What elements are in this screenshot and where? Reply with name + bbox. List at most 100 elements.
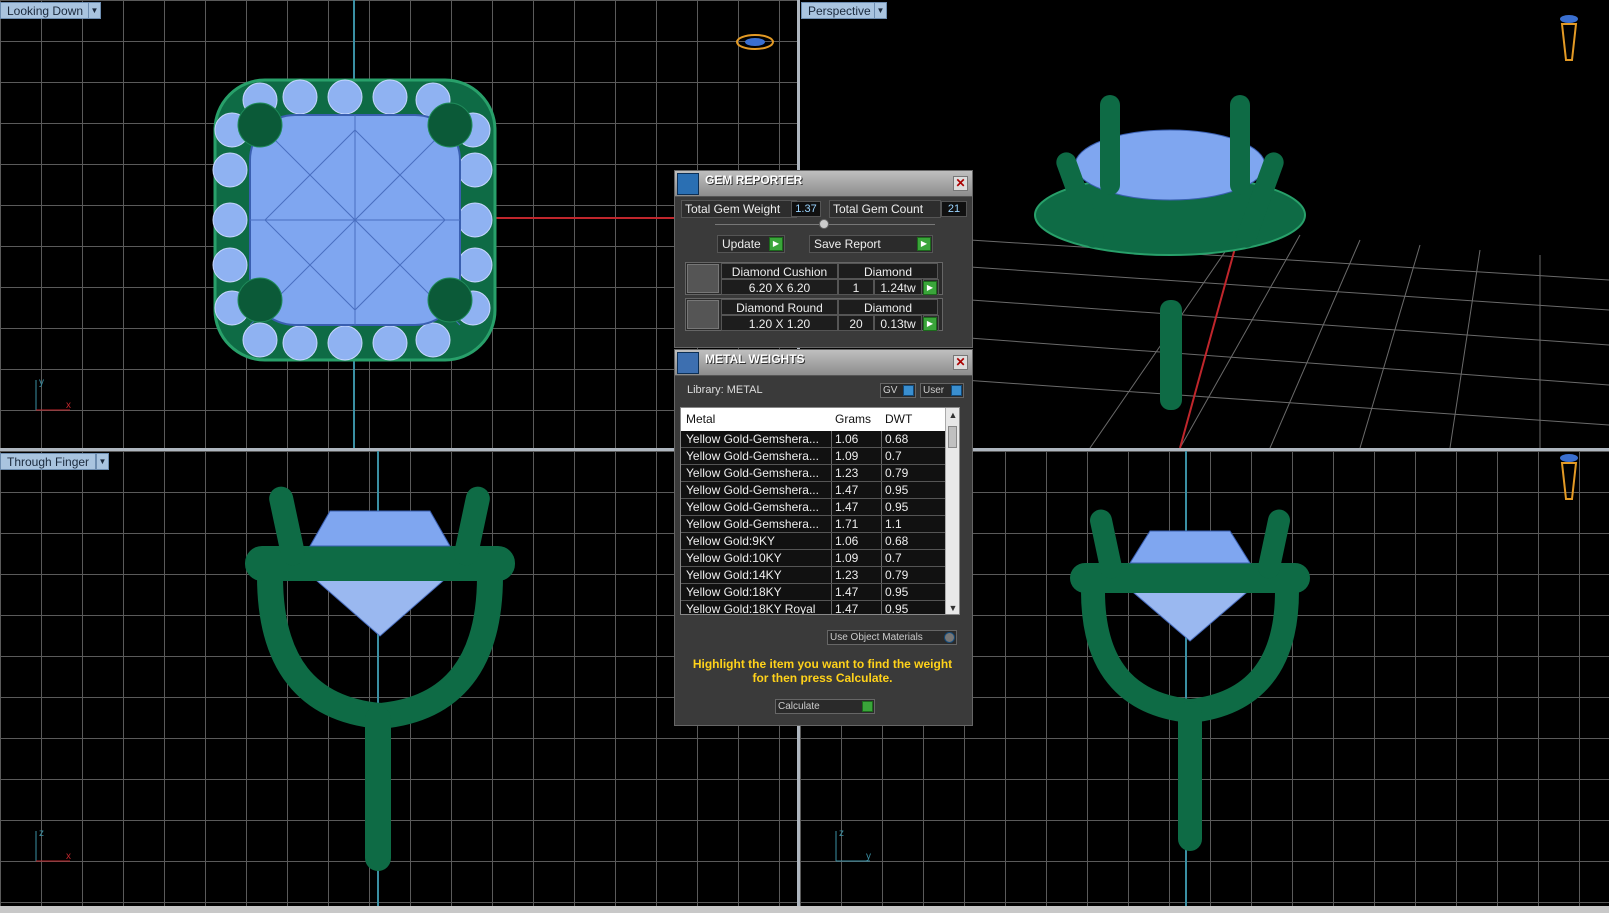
- user-toggle-label: User: [923, 385, 945, 396]
- table-row[interactable]: Yellow Gold:14KY 1.23 0.79: [681, 567, 946, 584]
- info-icon: [951, 385, 962, 396]
- table-row[interactable]: Yellow Gold:18KY 1.47 0.95: [681, 584, 946, 601]
- chevron-down-icon[interactable]: ▼: [874, 2, 887, 19]
- gv-toggle[interactable]: GV: [880, 383, 916, 398]
- viewport-label-through-finger[interactable]: Through Finger: [0, 453, 97, 470]
- scroll-down-icon[interactable]: ▼: [946, 601, 959, 614]
- metal-weights-titlebar[interactable]: METAL WEIGHTS ✕: [675, 350, 972, 376]
- slider-handle[interactable]: [819, 219, 829, 229]
- table-row[interactable]: Yellow Gold-Gemshera... 1.47 0.95: [681, 482, 946, 499]
- chevron-down-icon[interactable]: ▼: [96, 453, 109, 470]
- axis-triad-icon: z y: [835, 828, 871, 862]
- column-divider: [881, 482, 882, 498]
- table-row[interactable]: Yellow Gold-Gemshera... 1.23 0.79: [681, 465, 946, 482]
- column-header-dwt[interactable]: DWT: [885, 412, 912, 426]
- update-button[interactable]: Update ▶: [717, 235, 785, 253]
- gem-select-button[interactable]: ▶: [923, 315, 939, 331]
- scroll-thumb[interactable]: [948, 426, 957, 448]
- column-divider: [881, 516, 882, 532]
- play-icon: ▶: [923, 317, 937, 331]
- column-divider: [831, 584, 832, 600]
- gem-list-item[interactable]: Diamond Round Diamond 1.20 X 1.20 20 0.1…: [685, 298, 943, 331]
- metal-grams: 1.23: [835, 466, 859, 480]
- use-object-materials-label: Use Object Materials: [830, 632, 923, 643]
- gem-list-item[interactable]: Diamond Cushion Diamond 6.20 X 6.20 1 1.…: [685, 262, 943, 295]
- calculate-button[interactable]: Calculate: [775, 699, 875, 714]
- view-orientation-icon[interactable]: [1558, 12, 1580, 62]
- metal-grams: 1.09: [835, 449, 859, 463]
- table-row[interactable]: Yellow Gold-Gemshera... 1.06 0.68: [681, 431, 946, 448]
- total-gem-count-label: Total Gem Count: [829, 200, 941, 218]
- viewport-label-looking-down[interactable]: Looking Down: [0, 2, 91, 19]
- table-row[interactable]: Yellow Gold-Gemshera... 1.71 1.1: [681, 516, 946, 533]
- ring-front-view: [245, 486, 515, 871]
- viewport-label-perspective[interactable]: Perspective: [801, 2, 878, 19]
- gem-reporter-titlebar[interactable]: GEM REPORTER ✕: [675, 171, 972, 197]
- metal-grams: 1.23: [835, 568, 859, 582]
- chevron-down-icon[interactable]: ▼: [88, 2, 101, 19]
- column-divider: [831, 516, 832, 532]
- svg-text:x: x: [66, 851, 71, 862]
- column-divider: [881, 533, 882, 549]
- save-report-button-label: Save Report: [814, 237, 881, 251]
- gem-weight: 0.13tw: [874, 315, 922, 331]
- column-divider: [881, 584, 882, 600]
- table-row[interactable]: Yellow Gold:9KY 1.06 0.68: [681, 533, 946, 550]
- axis-triad-icon: z x: [35, 828, 71, 862]
- metal-name: Yellow Gold:18KY Royal: [686, 602, 816, 615]
- svg-text:z: z: [839, 828, 844, 839]
- play-icon: [862, 701, 873, 712]
- column-divider: [881, 550, 882, 566]
- save-report-button[interactable]: Save Report ▶: [809, 235, 933, 253]
- close-icon[interactable]: ✕: [953, 355, 968, 370]
- column-divider: [881, 567, 882, 583]
- metal-name: Yellow Gold-Gemshera...: [686, 500, 819, 514]
- metal-grams: 1.06: [835, 432, 859, 446]
- metal-grams: 1.47: [835, 500, 859, 514]
- close-icon[interactable]: ✕: [953, 176, 968, 191]
- calculate-button-label: Calculate: [778, 701, 820, 712]
- metal-weights-title: METAL WEIGHTS: [705, 352, 805, 366]
- column-divider: [831, 431, 832, 447]
- view-cube-icon[interactable]: [735, 33, 775, 51]
- gem-size: 6.20 X 6.20: [721, 279, 838, 295]
- metal-dwt: 0.95: [885, 602, 909, 615]
- axis-triad-icon: y x: [35, 377, 71, 411]
- table-row[interactable]: Yellow Gold-Gemshera... 1.09 0.7: [681, 448, 946, 465]
- column-divider: [831, 550, 832, 566]
- column-divider: [831, 499, 832, 515]
- metal-weights-panel: METAL WEIGHTS ✕ Library: METAL GV User M…: [674, 349, 973, 726]
- metal-name: Yellow Gold-Gemshera...: [686, 432, 819, 446]
- metal-dwt: 0.68: [885, 534, 909, 548]
- metal-name: Yellow Gold-Gemshera...: [686, 483, 819, 497]
- gv-toggle-label: GV: [883, 385, 898, 396]
- scroll-up-icon[interactable]: ▲: [946, 408, 959, 422]
- metal-name: Yellow Gold-Gemshera...: [686, 466, 819, 480]
- column-divider: [831, 448, 832, 464]
- table-row[interactable]: Yellow Gold:10KY 1.09 0.7: [681, 550, 946, 567]
- metal-grams: 1.06: [835, 534, 859, 548]
- metal-name: Yellow Gold-Gemshera...: [686, 449, 819, 463]
- column-divider: [831, 533, 832, 549]
- column-divider: [831, 482, 832, 498]
- gem-material: Diamond: [838, 263, 938, 279]
- user-toggle[interactable]: User: [920, 383, 964, 398]
- metal-weights-table[interactable]: Metal Grams DWT Yellow Gold-Gemshera... 1…: [680, 407, 960, 615]
- column-divider: [881, 601, 882, 614]
- total-gem-weight-value: 1.37: [791, 201, 821, 217]
- column-divider: [881, 499, 882, 515]
- update-button-label: Update: [722, 237, 761, 251]
- use-object-materials-button[interactable]: Use Object Materials: [827, 630, 957, 645]
- table-row[interactable]: Yellow Gold:18KY Royal 1.47 0.95: [681, 601, 946, 615]
- view-orientation-icon[interactable]: [1558, 451, 1580, 501]
- table-row[interactable]: Yellow Gold-Gemshera... 1.47 0.95: [681, 499, 946, 516]
- radio-icon: [944, 632, 955, 643]
- column-header-grams[interactable]: Grams: [835, 412, 871, 426]
- metal-grams: 1.47: [835, 483, 859, 497]
- gem-size: 1.20 X 1.20: [721, 315, 838, 331]
- scrollbar[interactable]: ▲ ▼: [945, 408, 959, 614]
- play-icon: ▶: [923, 281, 937, 295]
- column-header-metal[interactable]: Metal: [686, 412, 715, 426]
- gem-reporter-panel: GEM REPORTER ✕ Total Gem Weight 1.37 Tot…: [674, 170, 973, 348]
- gem-select-button[interactable]: ▶: [923, 279, 939, 295]
